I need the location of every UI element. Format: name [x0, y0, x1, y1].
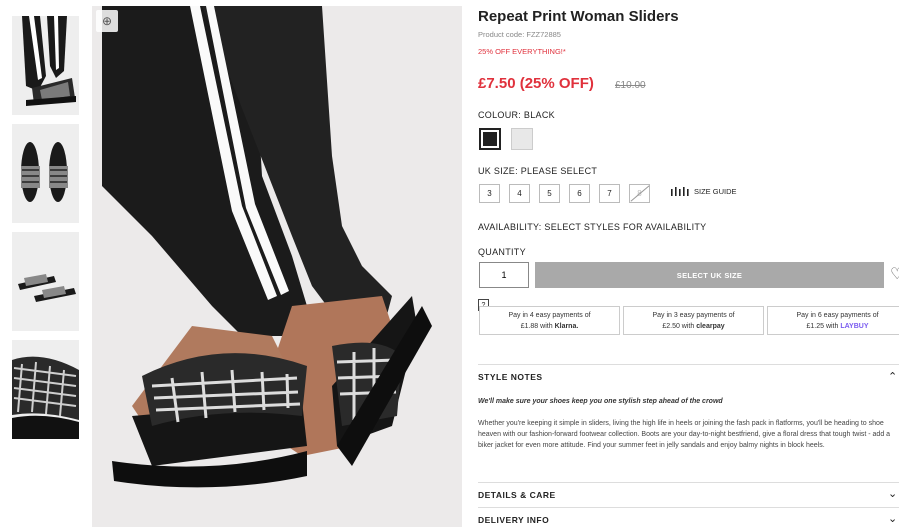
thumbnail-4[interactable]	[12, 340, 79, 439]
style-notes-tagline: We'll make sure your shoes keep you one …	[478, 398, 723, 405]
klarna-payment[interactable]: Pay in 4 easy payments of £1.88 with Kla…	[479, 306, 620, 335]
swatch-black[interactable]	[479, 128, 501, 150]
divider	[478, 482, 899, 483]
ruler-icon	[671, 187, 689, 196]
product-title: Repeat Print Woman Sliders	[478, 8, 679, 25]
thumbnail-2[interactable]	[12, 124, 79, 223]
size-option[interactable]: 5	[539, 184, 560, 203]
availability-value: SELECT STYLES FOR AVAILABILITY	[544, 222, 707, 232]
availability-label: AVAILABILITY:	[478, 222, 542, 232]
size-option[interactable]: 7	[599, 184, 620, 203]
divider	[478, 364, 899, 365]
colour-label: COLOUR:	[478, 110, 522, 120]
payment-amount: £1.88 with	[520, 323, 553, 330]
laybuy-logo: LAYBUY	[840, 323, 869, 330]
payment-line: Pay in 3 easy payments of	[652, 312, 735, 319]
colour-value: BLACK	[523, 110, 555, 120]
payment-amount: £2.50 with	[662, 323, 695, 330]
size-label-row: UK SIZE: PLEASE SELECT	[478, 166, 597, 176]
delivery-info-toggle[interactable]: DELIVERY INFO	[478, 515, 549, 525]
size-option[interactable]: 4	[509, 184, 530, 203]
main-product-image: ⊕	[92, 6, 462, 527]
current-price: £7.50 (25% OFF)	[478, 75, 594, 92]
style-notes-description: Whether you're keeping it simple in slid…	[478, 420, 891, 449]
size-guide-link[interactable]: SIZE GUIDE	[671, 187, 737, 196]
payment-line: Pay in 4 easy payments of	[508, 312, 591, 319]
thumbnail-gallery	[12, 16, 80, 448]
chevron-down-icon[interactable]: ⌄	[888, 512, 897, 525]
quantity-input[interactable]	[479, 262, 529, 288]
size-value: PLEASE SELECT	[520, 166, 598, 176]
product-code: Product code: FZZ72885	[478, 30, 561, 39]
laybuy-payment[interactable]: Pay in 6 easy payments of £1.25 with LAY…	[767, 306, 899, 335]
payment-line: Pay in 6 easy payments of	[796, 312, 879, 319]
thumbnail-3[interactable]	[12, 232, 79, 331]
product-photo	[92, 6, 462, 527]
zoom-icon[interactable]: ⊕	[96, 10, 118, 32]
clearpay-payment[interactable]: Pay in 3 easy payments of £2.50 with cle…	[623, 306, 764, 335]
swatch-white[interactable]	[511, 128, 533, 150]
old-price: £10.00	[615, 80, 646, 91]
payment-options: Pay in 4 easy payments of £1.88 with Kla…	[479, 306, 899, 335]
thumbnail-1[interactable]	[12, 16, 79, 115]
style-notes-toggle[interactable]: STYLE NOTES	[478, 372, 543, 382]
clearpay-logo: clearpay	[696, 323, 725, 330]
chevron-down-icon[interactable]: ⌄	[888, 487, 897, 500]
heart-icon[interactable]: ♡	[890, 264, 899, 284]
size-options: 3 4 5 6 7 8	[479, 184, 650, 203]
availability-row: AVAILABILITY: SELECT STYLES FOR AVAILABI…	[478, 222, 706, 232]
quantity-label: QUANTITY	[478, 247, 526, 257]
size-option[interactable]: 3	[479, 184, 500, 203]
add-to-bag-button[interactable]: SELECT UK SIZE	[535, 262, 884, 288]
divider	[478, 507, 899, 508]
klarna-logo: Klarna.	[554, 323, 579, 330]
promo-text[interactable]: 25% OFF EVERYTHING!*	[478, 47, 566, 56]
size-label: UK SIZE:	[478, 166, 518, 176]
payment-amount: £1.25 with	[806, 323, 839, 330]
size-guide-label: SIZE GUIDE	[694, 187, 737, 196]
size-option[interactable]: 6	[569, 184, 590, 203]
size-option-unavailable[interactable]: 8	[629, 184, 650, 203]
chevron-up-icon[interactable]: ⌃	[888, 370, 897, 383]
details-care-toggle[interactable]: DETAILS & CARE	[478, 490, 556, 500]
colour-label-row: COLOUR: BLACK	[478, 110, 555, 120]
